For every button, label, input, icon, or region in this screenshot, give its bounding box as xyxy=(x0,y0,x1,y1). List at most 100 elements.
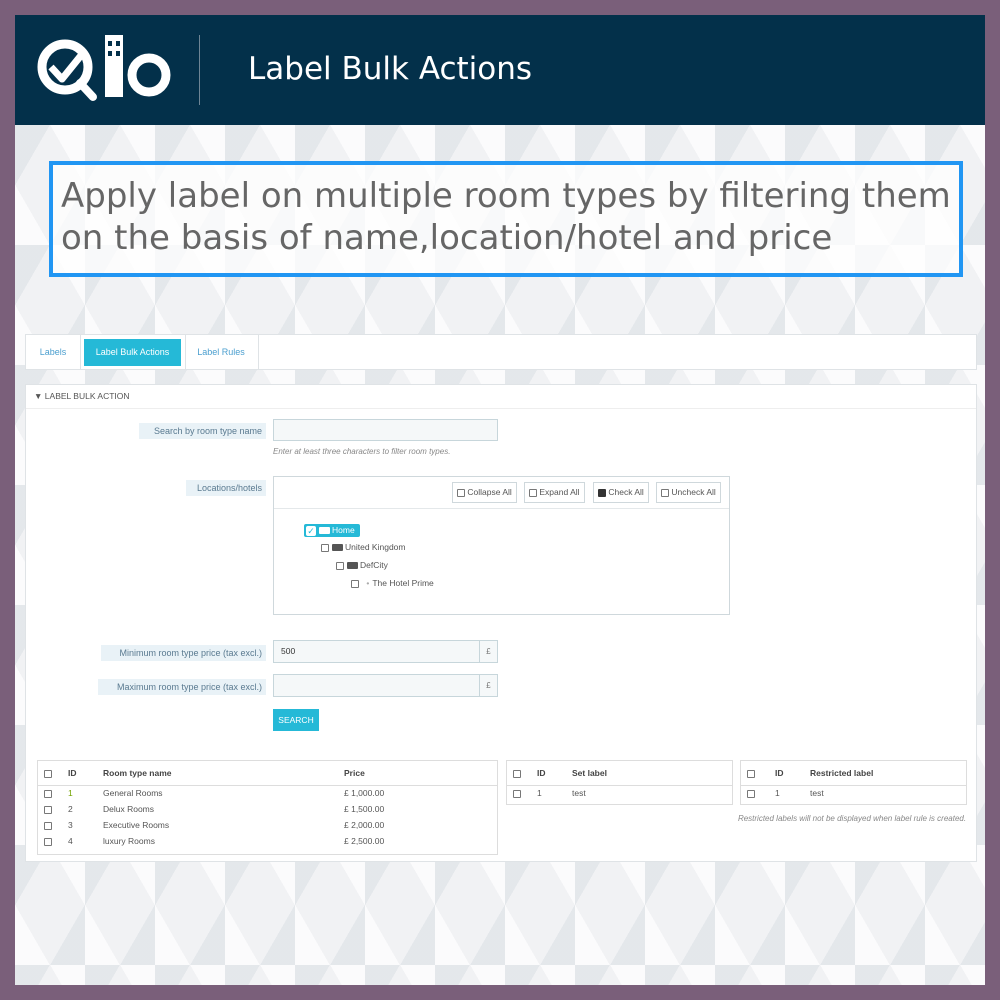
expand-all-label: Expand All xyxy=(539,487,580,497)
row-checkbox[interactable] xyxy=(44,837,52,846)
panel-heading: ▼ LABEL BULK ACTION xyxy=(26,385,976,409)
room-types-table: ID Room type name Price 1 General Rooms … xyxy=(37,760,498,855)
cell-price: £ 1,500.00 xyxy=(344,804,385,814)
uncheck-all-button[interactable]: Uncheck All xyxy=(656,482,721,503)
panel-title: LABEL BULK ACTION xyxy=(44,391,130,401)
cell-id: 1 xyxy=(775,788,780,799)
col-id: ID xyxy=(775,761,810,786)
tree-label-country: United Kingdom xyxy=(345,542,406,552)
tab-bar: Labels Label Bulk Actions Label Rules xyxy=(25,334,977,370)
currency-addon: £ xyxy=(480,674,498,697)
product-banner: Label Bulk Actions Apply label on multip… xyxy=(15,15,985,985)
max-price-label: Maximum room type price (tax excl.) xyxy=(98,679,266,695)
checkbox-checked-icon[interactable]: ✓ xyxy=(306,525,316,536)
checkbox[interactable] xyxy=(351,579,359,588)
tab-separator xyxy=(80,335,81,369)
feature-callout: Apply label on multiple room types by fi… xyxy=(49,161,963,277)
folder-open-icon xyxy=(347,562,358,570)
cell-name: Delux Rooms xyxy=(103,804,155,814)
cell-id: 1 xyxy=(537,788,542,799)
cell-id: 4 xyxy=(68,836,73,846)
filter-icon: ▼ xyxy=(34,391,43,401)
cell-price: £ 1,000.00 xyxy=(344,788,385,799)
tree-toolbar: Collapse All Expand All Check All Unchec… xyxy=(274,477,729,509)
col-id: ID xyxy=(537,761,572,786)
search-label: Search by room type name xyxy=(139,423,266,439)
tab-separator xyxy=(258,335,259,369)
bullet-icon: • xyxy=(366,578,370,588)
checkbox[interactable] xyxy=(321,543,329,552)
currency-addon: £ xyxy=(480,640,498,663)
cell-name: Executive Rooms xyxy=(103,820,170,830)
tab-labels[interactable]: Labels xyxy=(30,339,76,366)
table-row[interactable]: 3 Executive Rooms £ 2,000.00 xyxy=(38,817,497,833)
tree-node-united-kingdom[interactable]: United Kingdom xyxy=(321,542,405,552)
row-checkbox[interactable] xyxy=(513,790,521,798)
checkbox[interactable] xyxy=(336,561,344,570)
tree-node-defcity[interactable]: DefCity xyxy=(336,560,388,570)
tree-label-home: Home xyxy=(332,525,355,535)
checked-square-icon xyxy=(598,488,606,497)
cell-id: 1 xyxy=(68,788,73,799)
tree-node-hotel[interactable]: • The Hotel Prime xyxy=(351,578,434,588)
table-row[interactable]: 1 test xyxy=(507,785,732,801)
table-row[interactable]: 2 Delux Rooms £ 1,500.00 xyxy=(38,801,497,817)
col-restricted-label: Restricted label xyxy=(810,761,966,786)
check-all-button[interactable]: Check All xyxy=(593,482,649,503)
label-bulk-action-panel: ▼ LABEL BULK ACTION Search by room type … xyxy=(25,384,977,862)
max-price-input[interactable] xyxy=(273,674,480,697)
col-set-label: Set label xyxy=(572,761,732,786)
collapse-icon xyxy=(457,488,465,497)
expand-all-button[interactable]: Expand All xyxy=(524,482,585,503)
min-price-input[interactable]: 500 xyxy=(273,640,480,663)
tab-label-rules[interactable]: Label Rules xyxy=(187,339,255,366)
collapse-all-label: Collapse All xyxy=(467,487,512,497)
expand-icon xyxy=(529,488,537,497)
cell-label: test xyxy=(810,788,824,799)
row-checkbox[interactable] xyxy=(747,790,755,798)
check-all-label: Check All xyxy=(608,487,644,497)
tree-label-city: DefCity xyxy=(360,560,388,570)
cell-name: General Rooms xyxy=(103,788,163,799)
table-row[interactable]: 1 General Rooms £ 1,000.00 xyxy=(38,785,497,801)
col-id: ID xyxy=(68,761,103,786)
cell-id: 2 xyxy=(68,804,73,814)
min-price-label: Minimum room type price (tax excl.) xyxy=(101,645,266,661)
banner-header: Label Bulk Actions xyxy=(15,15,985,125)
header-divider xyxy=(199,35,200,105)
row-checkbox[interactable] xyxy=(44,821,52,830)
cell-price: £ 2,000.00 xyxy=(344,820,385,830)
folder-open-icon xyxy=(319,527,330,535)
uncheck-all-label: Uncheck All xyxy=(671,487,716,497)
page-title: Label Bulk Actions xyxy=(248,51,533,87)
row-checkbox[interactable] xyxy=(44,790,52,798)
location-tree: Collapse All Expand All Check All Unchec… xyxy=(273,476,730,615)
table-row[interactable]: 4 luxury Rooms £ 2,500.00 xyxy=(38,833,497,849)
locations-label: Locations/hotels xyxy=(186,480,266,496)
room-type-search-input[interactable] xyxy=(273,419,498,441)
tab-separator xyxy=(185,335,186,369)
search-help-text: Enter at least three characters to filte… xyxy=(273,447,451,456)
set-label-table: ID Set label 1 test xyxy=(506,760,733,805)
select-all-checkbox[interactable] xyxy=(44,769,52,778)
row-checkbox[interactable] xyxy=(44,805,52,814)
table-row[interactable]: 1 test xyxy=(741,785,966,801)
collapse-all-button[interactable]: Collapse All xyxy=(452,482,517,503)
col-price: Price xyxy=(344,761,497,786)
select-all-checkbox[interactable] xyxy=(747,769,755,778)
cell-name: luxury Rooms xyxy=(103,836,155,846)
folder-open-icon xyxy=(332,544,343,552)
search-button[interactable]: SEARCH xyxy=(273,709,319,731)
qlo-logo xyxy=(37,35,171,101)
restricted-label-table: ID Restricted label 1 test xyxy=(740,760,967,805)
tree-label-hotel: The Hotel Prime xyxy=(372,578,434,588)
col-room-type-name: Room type name xyxy=(103,761,344,786)
tab-label-bulk-actions[interactable]: Label Bulk Actions xyxy=(84,339,181,366)
select-all-checkbox[interactable] xyxy=(513,769,521,778)
cell-price: £ 2,500.00 xyxy=(344,836,385,846)
cell-label: test xyxy=(572,788,586,799)
tree-node-home[interactable]: ✓ Home xyxy=(304,524,360,537)
unchecked-square-icon xyxy=(661,488,669,497)
callout-text: Apply label on multiple room types by fi… xyxy=(61,176,951,258)
cell-id: 3 xyxy=(68,820,73,830)
